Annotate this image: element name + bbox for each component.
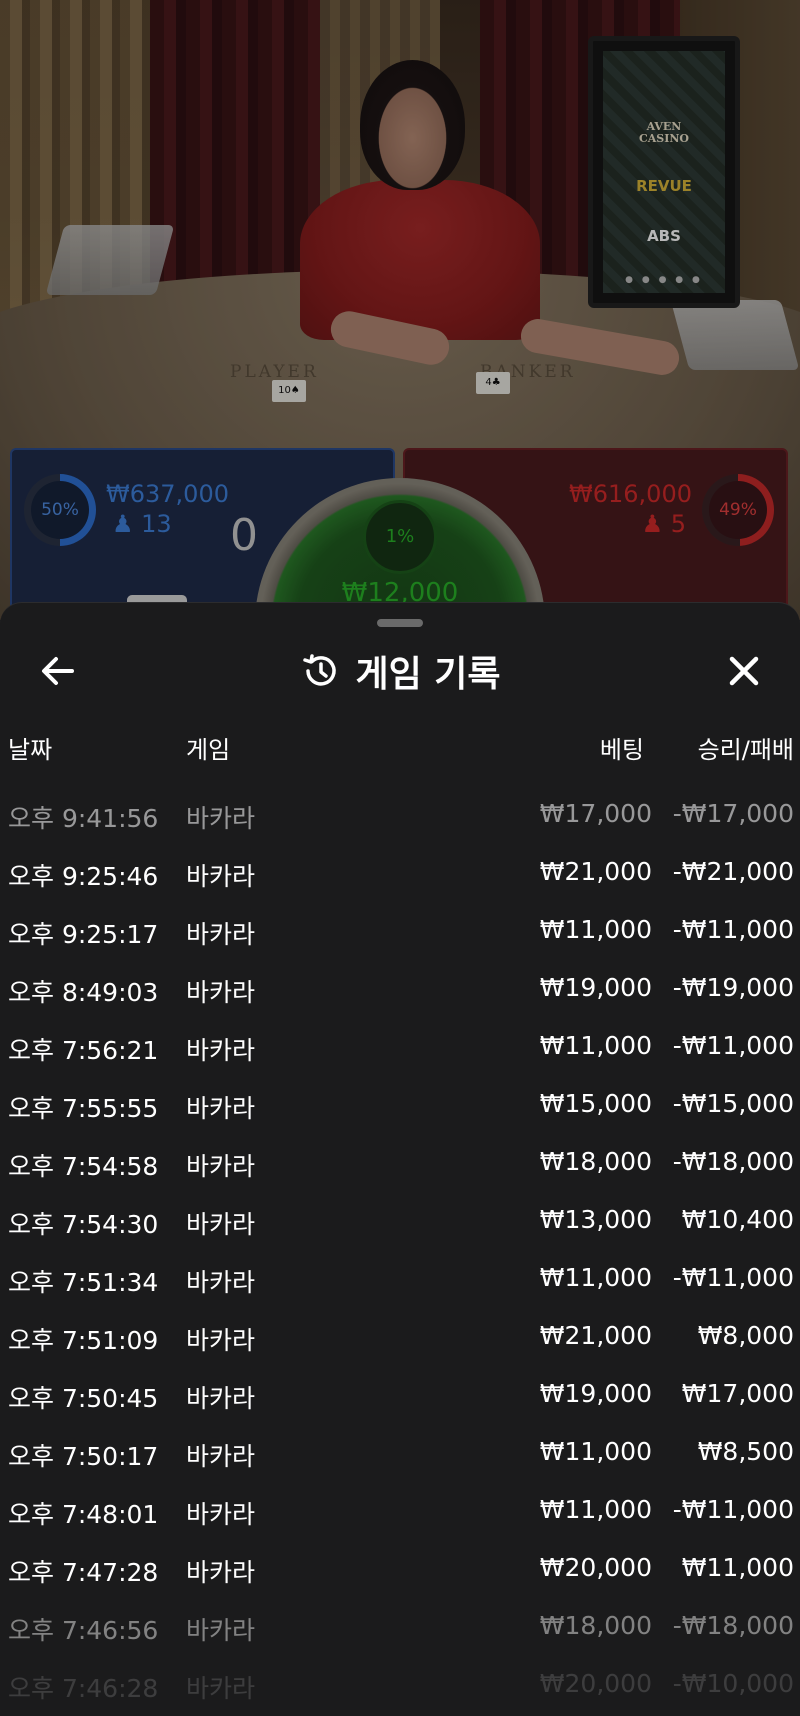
row-time: 오후 7:56:21 bbox=[8, 1036, 159, 1065]
row-game: 바카라 bbox=[186, 1152, 256, 1181]
row-game: 바카라 bbox=[186, 1674, 256, 1703]
row-game: 바카라 bbox=[186, 1442, 256, 1471]
row-result: -₩10,000 bbox=[672, 1669, 794, 1698]
row-time: 오후 9:25:17 bbox=[8, 920, 159, 949]
table-row[interactable]: 오후 7:51:34 바카라 ₩11,000 -₩11,000 bbox=[0, 1249, 800, 1307]
table-row[interactable]: 오후 7:50:17 바카라 ₩11,000 ₩8,500 bbox=[0, 1423, 800, 1481]
row-game: 바카라 bbox=[186, 1384, 256, 1413]
row-game: 바카라 bbox=[186, 1036, 256, 1065]
row-time: 오후 7:47:28 bbox=[8, 1558, 159, 1587]
row-time: 오후 7:46:56 bbox=[8, 1616, 159, 1645]
row-time: 오후 7:51:09 bbox=[8, 1326, 159, 1355]
table-row[interactable]: 오후 7:54:58 바카라 ₩18,000 -₩18,000 bbox=[0, 1133, 800, 1191]
row-time: 오후 7:54:30 bbox=[8, 1210, 159, 1239]
table-row[interactable]: 오후 9:41:56 바카라 ₩17,000 -₩17,000 bbox=[0, 785, 800, 843]
row-result: ₩10,400 bbox=[681, 1205, 794, 1234]
row-bet: ₩11,000 bbox=[539, 915, 652, 944]
row-bet: ₩19,000 bbox=[539, 973, 652, 1002]
row-result: -₩11,000 bbox=[672, 1263, 794, 1292]
modal-backdrop[interactable] bbox=[0, 0, 800, 620]
row-bet: ₩11,000 bbox=[539, 1031, 652, 1060]
sheet-header: 게임 기록 bbox=[0, 641, 800, 701]
column-header-bet: 베팅 bbox=[599, 736, 644, 764]
row-result: ₩11,000 bbox=[681, 1553, 794, 1582]
row-game: 바카라 bbox=[186, 1326, 256, 1355]
table-row[interactable]: 오후 7:48:01 바카라 ₩11,000 -₩11,000 bbox=[0, 1481, 800, 1539]
column-header-game: 게임 bbox=[186, 736, 231, 764]
row-game: 바카라 bbox=[186, 1558, 256, 1587]
row-time: 오후 7:50:17 bbox=[8, 1442, 159, 1471]
row-result: -₩11,000 bbox=[672, 1495, 794, 1524]
page-title: 게임 기록 bbox=[355, 654, 501, 695]
row-bet: ₩15,000 bbox=[539, 1089, 652, 1118]
row-time: 오후 7:46:28 bbox=[8, 1674, 159, 1703]
row-bet: ₩13,000 bbox=[539, 1205, 652, 1234]
row-game: 바카라 bbox=[186, 1094, 256, 1123]
row-bet: ₩17,000 bbox=[539, 799, 652, 828]
row-result: -₩11,000 bbox=[672, 915, 794, 944]
row-time: 오후 7:54:58 bbox=[8, 1152, 159, 1181]
row-bet: ₩19,000 bbox=[539, 1379, 652, 1408]
row-time: 오후 9:41:56 bbox=[8, 804, 159, 833]
table-row[interactable]: 오후 7:54:30 바카라 ₩13,000 ₩10,400 bbox=[0, 1191, 800, 1249]
row-game: 바카라 bbox=[186, 978, 256, 1007]
row-bet: ₩21,000 bbox=[539, 1321, 652, 1350]
row-time: 오후 7:51:34 bbox=[8, 1268, 159, 1297]
row-result: -₩18,000 bbox=[672, 1611, 794, 1640]
history-clock-icon bbox=[303, 654, 337, 686]
row-game: 바카라 bbox=[186, 1500, 256, 1529]
row-game: 바카라 bbox=[186, 804, 256, 833]
close-x-icon bbox=[729, 656, 759, 686]
row-time: 오후 7:55:55 bbox=[8, 1094, 159, 1123]
row-result: -₩17,000 bbox=[672, 799, 794, 828]
table-row[interactable]: 오후 7:56:21 바카라 ₩11,000 -₩11,000 bbox=[0, 1017, 800, 1075]
table-row[interactable]: 오후 7:46:28 바카라 ₩20,000 -₩10,000 bbox=[0, 1655, 800, 1713]
row-game: 바카라 bbox=[186, 920, 256, 949]
table-row[interactable]: 오후 7:55:55 바카라 ₩15,000 -₩15,000 bbox=[0, 1075, 800, 1133]
live-video-stream: PLAYER BANKER 10♠ 4♣ AVEN CASINO REVUE A… bbox=[0, 0, 800, 620]
row-game: 바카라 bbox=[186, 1616, 256, 1645]
row-result: -₩15,000 bbox=[672, 1089, 794, 1118]
table-row[interactable]: 오후 9:25:46 바카라 ₩21,000 -₩21,000 bbox=[0, 843, 800, 901]
row-bet: ₩21,000 bbox=[539, 857, 652, 886]
table-row[interactable]: 오후 7:47:28 바카라 ₩20,000 ₩11,000 bbox=[0, 1539, 800, 1597]
row-result: ₩8,000 bbox=[697, 1321, 794, 1350]
table-row[interactable]: 오후 9:25:17 바카라 ₩11,000 -₩11,000 bbox=[0, 901, 800, 959]
row-game: 바카라 bbox=[186, 1268, 256, 1297]
table-row[interactable]: 오후 7:46:56 바카라 ₩18,000 -₩18,000 bbox=[0, 1597, 800, 1655]
row-result: -₩18,000 bbox=[672, 1147, 794, 1176]
table-row[interactable]: 오후 7:51:09 바카라 ₩21,000 ₩8,000 bbox=[0, 1307, 800, 1365]
row-bet: ₩18,000 bbox=[539, 1611, 652, 1640]
row-bet: ₩11,000 bbox=[539, 1263, 652, 1292]
row-bet: ₩20,000 bbox=[539, 1669, 652, 1698]
row-result: ₩17,000 bbox=[681, 1379, 794, 1408]
row-bet: ₩11,000 bbox=[539, 1437, 652, 1466]
column-header-date: 날짜 bbox=[8, 736, 53, 764]
row-time: 오후 9:25:46 bbox=[8, 862, 159, 891]
column-header-win-loss: 승리/패배 bbox=[697, 736, 794, 764]
row-time: 오후 7:50:45 bbox=[8, 1384, 159, 1413]
table-row[interactable]: 오후 7:50:45 바카라 ₩19,000 ₩17,000 bbox=[0, 1365, 800, 1423]
row-game: 바카라 bbox=[186, 1210, 256, 1239]
row-result: -₩21,000 bbox=[672, 857, 794, 886]
row-time: 오후 7:48:01 bbox=[8, 1500, 159, 1529]
row-bet: ₩18,000 bbox=[539, 1147, 652, 1176]
close-button[interactable] bbox=[720, 647, 768, 695]
row-time: 오후 8:49:03 bbox=[8, 978, 159, 1007]
row-game: 바카라 bbox=[186, 862, 256, 891]
row-result: ₩8,500 bbox=[697, 1437, 794, 1466]
row-result: -₩19,000 bbox=[672, 973, 794, 1002]
row-result: -₩11,000 bbox=[672, 1031, 794, 1060]
row-bet: ₩20,000 bbox=[539, 1553, 652, 1582]
row-bet: ₩11,000 bbox=[539, 1495, 652, 1524]
drag-handle[interactable] bbox=[377, 619, 423, 627]
table-row[interactable]: 오후 8:49:03 바카라 ₩19,000 -₩19,000 bbox=[0, 959, 800, 1017]
